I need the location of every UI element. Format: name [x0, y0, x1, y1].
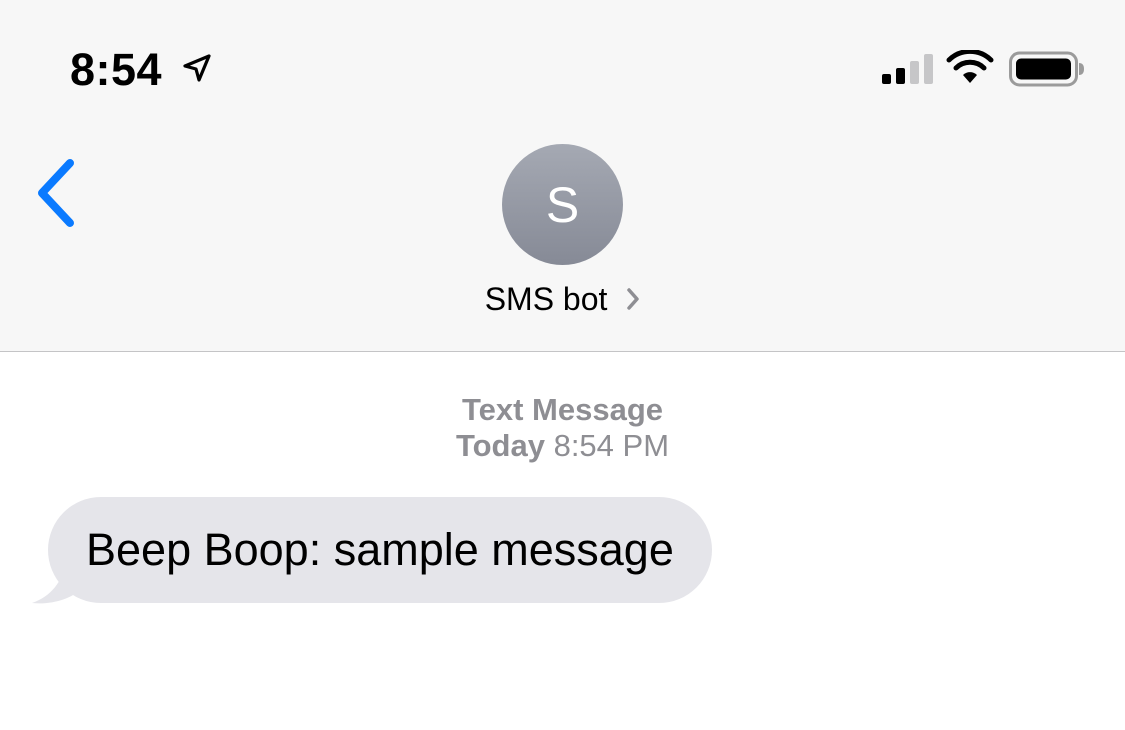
message-text: Beep Boop: sample message [86, 524, 674, 575]
chevron-left-icon [38, 159, 74, 227]
back-button[interactable] [30, 155, 86, 231]
incoming-message-bubble[interactable]: Beep Boop: sample message [48, 497, 712, 603]
battery-icon [1009, 51, 1084, 87]
conversation-header: 8:54 S SMS bot [0, 0, 1125, 352]
status-time: 8:54 [70, 44, 163, 95]
chevron-right-icon [627, 287, 640, 310]
time-label: 8:54 PM [553, 428, 670, 463]
avatar-initial: S [545, 176, 580, 233]
message-meta: Text Message Today 8:54 PM [0, 392, 1125, 464]
status-bar: 8:54 [0, 0, 1125, 120]
location-arrow-icon [183, 54, 211, 82]
contact-avatar[interactable]: S [502, 144, 623, 265]
day-label: Today [455, 428, 545, 463]
service-label: Text Message [461, 392, 663, 427]
wifi-icon [946, 50, 994, 83]
timestamp: Today 8:54 PM [0, 428, 1125, 464]
cellular-signal-icon [882, 54, 933, 84]
contact-name-button[interactable]: SMS bot [0, 281, 1125, 318]
message-row: Beep Boop: sample message [30, 497, 790, 607]
contact-name: SMS bot [484, 281, 608, 317]
